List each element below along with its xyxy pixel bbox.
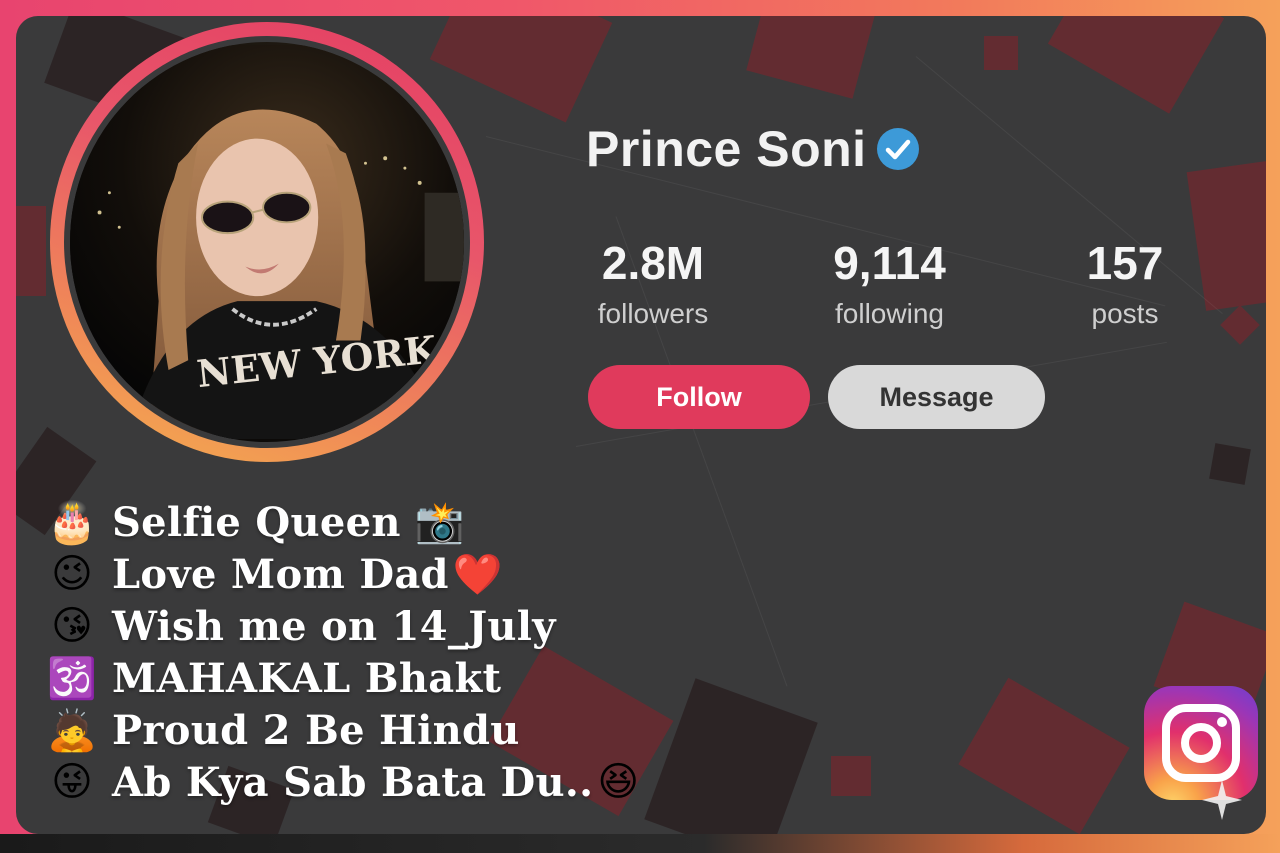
stat-posts[interactable]: 157 posts [1070, 240, 1180, 330]
camera-flash-icon: 📸 [414, 500, 465, 545]
bio-line: 🙇 Proud 2 Be Hindu [46, 704, 639, 756]
laughing-face-icon: 😆 [597, 760, 640, 804]
stat-value: 9,114 [833, 237, 946, 289]
avatar-ring[interactable]: NEW YORK [50, 22, 484, 462]
verified-badge-icon [876, 128, 919, 170]
bowing-person-icon: 🙇 [47, 708, 97, 753]
bg-shape [1220, 305, 1260, 345]
sparkle-icon [1202, 780, 1242, 820]
avatar: NEW YORK [70, 42, 464, 442]
bg-shape [1186, 161, 1266, 311]
bio-text: MAHAKAL Bhakt [112, 654, 502, 702]
stat-followers[interactable]: 2.8M followers [578, 240, 728, 330]
avatar-frame: NEW YORK [64, 36, 470, 448]
om-icon: 🕉️ [47, 656, 97, 701]
bio: 🎂 Selfie Queen 📸 😉 Love Mom Dad ❤️ 😘 Wis… [46, 496, 639, 808]
bio-line: 😘 Wish me on 14_July [46, 600, 639, 652]
stat-value: 157 [1086, 237, 1164, 289]
bio-text: Proud 2 Be Hindu [112, 706, 520, 754]
bio-text: Love Mom Dad [112, 550, 449, 598]
stat-label: followers [597, 298, 709, 329]
bg-shape [831, 756, 871, 796]
kiss-face-icon: 😘 [51, 604, 93, 648]
bg-shape [1047, 16, 1225, 114]
red-heart-icon: ❤️ [452, 552, 503, 597]
bg-shape [1209, 443, 1251, 485]
camera-outline-icon [1162, 704, 1240, 782]
stat-label: following [835, 298, 944, 329]
bg-shape [958, 677, 1130, 834]
bg-shape [16, 206, 46, 296]
profile-name: Prince Soni [586, 121, 867, 177]
bio-line: 🎂 Selfie Queen 📸 [46, 496, 639, 548]
message-button[interactable]: Message [828, 365, 1045, 429]
tongue-wink-face-icon: 😜 [51, 760, 93, 804]
bio-line: 😜 Ab Kya Sab Bata Du.. 😆 [46, 756, 639, 808]
bg-shape [746, 16, 876, 99]
follow-button[interactable]: Follow [588, 365, 810, 429]
cake-icon: 🎂 [47, 500, 97, 545]
bio-line: 😉 Love Mom Dad ❤️ [46, 548, 639, 600]
wink-face-icon: 😉 [51, 552, 93, 596]
stat-following[interactable]: 9,114 following [812, 240, 967, 330]
bg-shape [644, 678, 818, 834]
bio-text: Selfie Queen [112, 498, 401, 546]
profile-header: Prince Soni [586, 120, 921, 178]
bio-text: Wish me on 14_July [112, 602, 556, 650]
stat-label: posts [1091, 298, 1159, 329]
bio-text: Ab Kya Sab Bata Du.. [112, 758, 594, 806]
frame-bottom-glow [0, 834, 1280, 853]
bg-shape [984, 36, 1018, 70]
bio-line: 🕉️ MAHAKAL Bhakt [46, 652, 639, 704]
avatar-photo-illustration: NEW YORK [70, 45, 464, 440]
stat-value: 2.8M [601, 237, 705, 289]
